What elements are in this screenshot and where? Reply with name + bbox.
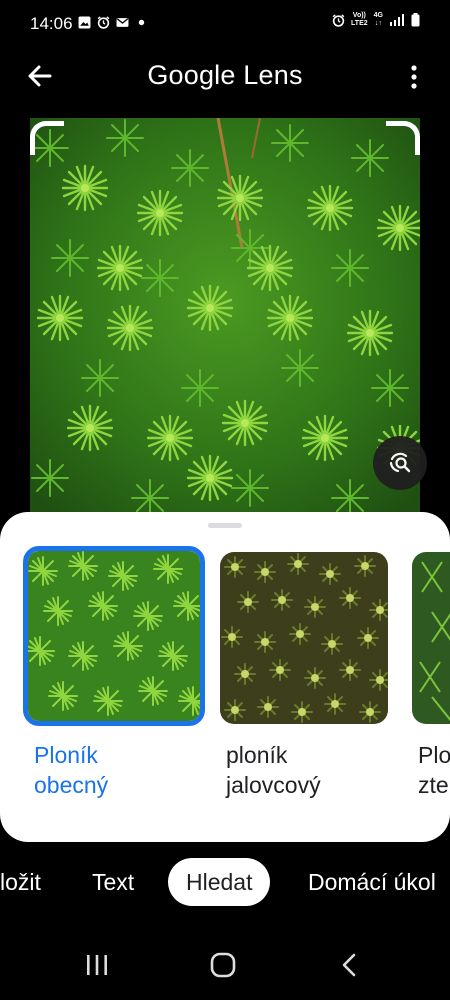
battery-icon (411, 13, 420, 27)
app-bar: Google Lens (0, 48, 450, 106)
back-icon[interactable] (335, 950, 365, 980)
signal-icon (390, 14, 404, 26)
crop-corner-top-right[interactable] (386, 121, 420, 155)
system-nav-bar (0, 940, 450, 990)
status-bar: 14:06 Vo)) LTE2 4G ↓↑ (0, 0, 450, 48)
notification-icons (78, 16, 148, 29)
alarm-icon (332, 13, 345, 27)
mail-icon (116, 18, 129, 27)
system-icons: Vo)) LTE2 4G ↓↑ (332, 12, 420, 28)
result-label: Plo zte (418, 742, 450, 798)
tab-homework[interactable]: Domácí úkol (308, 858, 436, 906)
volte-indicator: Vo)) LTE2 (351, 12, 368, 27)
lens-search-icon (389, 452, 411, 473)
crop-corner-top-left[interactable] (30, 121, 64, 155)
mode-tabs: ložit Text Hledat Domácí úkol (0, 858, 450, 906)
recent-apps-icon[interactable] (82, 950, 112, 980)
app-title: Google Lens (147, 60, 303, 90)
home-icon[interactable] (208, 950, 238, 980)
tab-search[interactable]: Hledat (168, 858, 271, 906)
more-options-icon[interactable] (402, 62, 426, 92)
alarm-icon (97, 16, 110, 29)
results-sheet[interactable]: Ploník obecný ploník jalovcový Plo zte (0, 512, 450, 842)
tab-translate[interactable]: ložit (0, 858, 41, 906)
query-image[interactable] (30, 118, 420, 518)
dot-icon (138, 19, 145, 26)
sheet-drag-handle[interactable] (208, 523, 242, 528)
result-label: ploník jalovcový (226, 742, 321, 798)
clock: 14:06 (30, 14, 73, 33)
result-thumbnail (412, 552, 450, 724)
result-thumbnail (220, 552, 388, 724)
lens-search-button[interactable] (373, 436, 427, 490)
result-label: Ploník obecný (34, 742, 109, 798)
gallery-icon (78, 16, 91, 29)
network-type: 4G ↓↑ (373, 12, 383, 27)
tab-text[interactable]: Text (92, 858, 134, 906)
moss-photo (30, 118, 420, 518)
result-thumbnail (23, 546, 205, 726)
